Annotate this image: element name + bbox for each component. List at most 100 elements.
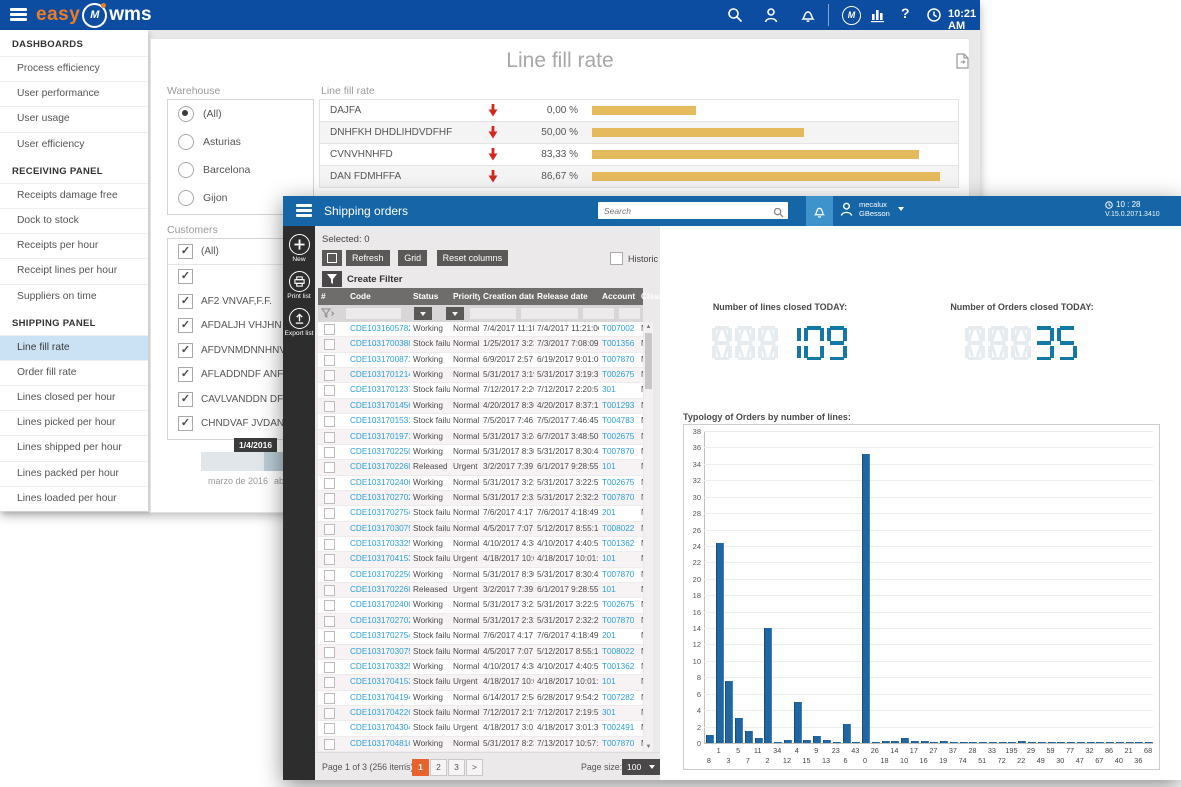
order-account-link[interactable]: T001356 xyxy=(599,337,638,351)
order-code-link[interactable]: CDE1031701531 xyxy=(347,414,410,428)
sidebar-item-order-fill-rate[interactable]: Order fill rate xyxy=(0,360,148,385)
clock-icon[interactable] xyxy=(926,7,942,23)
sidebar-item-lines-picked-per-hour[interactable]: Lines picked per hour xyxy=(0,410,148,435)
row-checkbox[interactable] xyxy=(324,370,335,381)
order-account-link[interactable]: T007870 xyxy=(599,353,638,367)
page-size-select[interactable]: 100 xyxy=(622,759,660,775)
checkbox-icon[interactable]: ✓ xyxy=(178,343,193,358)
order-code-link[interactable]: CDE1031702250 xyxy=(347,445,410,459)
order-account-link[interactable]: T007002 xyxy=(599,322,638,336)
sidebar-item-user-performance[interactable]: User performance xyxy=(0,81,148,106)
order-code-link[interactable]: CDE1031702754 xyxy=(347,506,410,520)
order-code-link[interactable]: CDE1031704226 xyxy=(347,706,410,720)
row-checkbox[interactable] xyxy=(324,524,335,535)
order-account-link[interactable]: T007282 xyxy=(599,691,638,705)
checkbox-icon[interactable]: ✓ xyxy=(178,416,193,431)
row-checkbox[interactable] xyxy=(324,385,335,396)
page-button-1[interactable]: 1 xyxy=(412,759,429,776)
column-header-code[interactable]: Code xyxy=(347,288,410,305)
column-header--[interactable]: # xyxy=(318,288,347,305)
filter-input[interactable] xyxy=(470,308,516,319)
sidebar-item-receipts-per-hour[interactable]: Receipts per hour xyxy=(0,233,148,258)
order-code-link[interactable]: CDE1031605782 xyxy=(347,322,410,336)
radio-icon[interactable] xyxy=(178,106,194,122)
column-header-priority[interactable]: Priority xyxy=(450,288,480,305)
row-checkbox[interactable] xyxy=(324,647,335,658)
search-input[interactable] xyxy=(598,202,776,219)
order-account-link[interactable]: T002675 xyxy=(599,598,638,612)
row-checkbox[interactable] xyxy=(324,723,335,734)
notifications-bell-icon[interactable] xyxy=(800,7,816,23)
prev-page-button[interactable]: < xyxy=(399,760,413,770)
row-checkbox[interactable] xyxy=(324,416,335,427)
page-button-2[interactable]: 2 xyxy=(430,759,447,776)
row-checkbox[interactable] xyxy=(324,631,335,642)
sidebar-item-dock-to-stock[interactable]: Dock to stock xyxy=(0,208,148,233)
radio-icon[interactable] xyxy=(178,190,194,206)
row-checkbox[interactable] xyxy=(324,585,335,596)
new-button[interactable]: New xyxy=(283,234,315,263)
order-code-link[interactable]: CDE1031704153 xyxy=(347,552,410,566)
order-code-link[interactable]: CDE1031701971 xyxy=(347,430,410,444)
sidebar-item-receipt-lines-per-hour[interactable]: Receipt lines per hour xyxy=(0,258,148,283)
next-page-button[interactable]: > xyxy=(466,759,483,776)
order-account-link[interactable]: 301 xyxy=(599,383,638,397)
filter-dropdown-button[interactable] xyxy=(446,307,464,320)
page-button-3[interactable]: 3 xyxy=(448,759,465,776)
order-code-link[interactable]: CDE1031702702 xyxy=(347,491,410,505)
order-account-link[interactable]: T007870 xyxy=(599,568,638,582)
order-account-link[interactable]: T002675 xyxy=(599,368,638,382)
order-code-link[interactable]: CDE1031703075 xyxy=(347,522,410,536)
row-checkbox[interactable] xyxy=(324,432,335,443)
checkbox-icon[interactable]: ✓ xyxy=(178,294,193,309)
export-page-icon[interactable] xyxy=(956,53,969,69)
user-icon[interactable] xyxy=(763,7,779,23)
order-code-link[interactable]: CDE1031701237 xyxy=(347,383,410,397)
filter-input[interactable] xyxy=(583,308,614,319)
sidebar-item-lines-loaded-per-hour[interactable]: Lines loaded per hour xyxy=(0,486,148,511)
row-checkbox[interactable] xyxy=(324,570,335,581)
order-code-link[interactable]: CDE1031703325 xyxy=(347,537,410,551)
row-checkbox[interactable] xyxy=(324,662,335,673)
sidebar-item-suppliers-on-time[interactable]: Suppliers on time xyxy=(0,284,148,309)
checkbox-icon[interactable]: ✓ xyxy=(178,367,193,382)
order-account-link[interactable]: T007870 xyxy=(599,614,638,628)
scrollbar-thumb[interactable] xyxy=(645,333,652,389)
refresh-button[interactable]: Refresh xyxy=(346,250,390,266)
order-account-link[interactable]: 101 xyxy=(599,675,638,689)
row-checkbox[interactable] xyxy=(324,600,335,611)
order-code-link[interactable]: CDE1031702268 xyxy=(347,583,410,597)
filter-input[interactable] xyxy=(521,308,578,319)
print-list-button[interactable]: Print list xyxy=(283,271,315,300)
sidebar-item-user-efficiency[interactable]: User efficiency xyxy=(0,132,148,157)
search-icon[interactable] xyxy=(727,7,743,23)
checkbox-icon[interactable]: ✓ xyxy=(178,269,193,284)
scroll-up-icon[interactable]: ▲ xyxy=(644,322,653,332)
alerts-bell-button[interactable] xyxy=(806,196,833,226)
sidebar-item-line-fill-rate[interactable]: Line fill rate xyxy=(0,335,148,360)
row-checkbox[interactable] xyxy=(324,554,335,565)
historic-checkbox[interactable]: Historic xyxy=(610,252,658,265)
export-list-button[interactable]: Export list xyxy=(283,308,315,337)
row-checkbox[interactable] xyxy=(324,478,335,489)
help-icon[interactable]: ? xyxy=(901,5,910,21)
sidebar-item-lines-closed-per-hour[interactable]: Lines closed per hour xyxy=(0,385,148,410)
column-header-status[interactable]: Status xyxy=(410,288,450,305)
row-checkbox[interactable] xyxy=(324,401,335,412)
warehouse-option-asturias[interactable]: Asturias xyxy=(168,128,313,156)
order-account-link[interactable]: T007870 xyxy=(599,445,638,459)
warehouse-option-barcelona[interactable]: Barcelona xyxy=(168,156,313,184)
sidebar-item-process-efficiency[interactable]: Process efficiency xyxy=(0,56,148,81)
column-header-creation-date-sorted[interactable]: Creation date ▾ xyxy=(480,288,534,305)
column-header-account[interactable]: Account xyxy=(599,288,638,305)
row-checkbox[interactable] xyxy=(324,355,335,366)
order-code-link[interactable]: CDE1031704153 xyxy=(347,675,410,689)
order-account-link[interactable]: T001293 xyxy=(599,399,638,413)
sidebar-item-receipts-damage-free[interactable]: Receipts damage free xyxy=(0,183,148,208)
order-code-link[interactable]: CDE1031704304 xyxy=(347,721,410,735)
order-account-link[interactable]: T004783 xyxy=(599,414,638,428)
order-code-link[interactable]: CDE1031704194 xyxy=(347,691,410,705)
sidebar-item-lines-packed-per-hour[interactable]: Lines packed per hour xyxy=(0,461,148,486)
checkbox-icon[interactable]: ✓ xyxy=(178,392,193,407)
warehouse-option--all-[interactable]: (All) xyxy=(168,100,313,128)
